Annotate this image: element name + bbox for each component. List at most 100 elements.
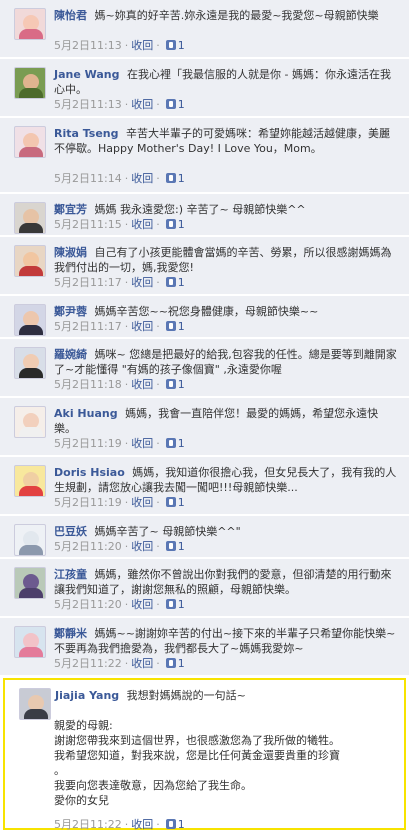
timestamp[interactable]: 5月2日11:18 [54,378,122,391]
timestamp[interactable]: 5月2日11:13 [54,39,122,52]
avatar-body [19,545,43,555]
comment-meta: 5月2日11:13 · 收回 · 1 [54,39,185,52]
like-count[interactable]: 1 [178,218,185,231]
like-count[interactable]: 1 [178,657,185,670]
retract-link[interactable]: 收回 [131,818,153,831]
thumbs-up-icon[interactable] [165,497,176,507]
comment-content: 媽媽辛苦了~ 母親節快樂^^" [94,525,241,538]
comment-text: 巴豆妖 媽媽辛苦了~ 母親節快樂^^" [54,524,399,539]
timestamp[interactable]: 5月2日11:20 [54,598,122,611]
commenter-name[interactable]: 陳怡君 [54,9,87,22]
commenter-name[interactable]: 鄭宜芳 [54,203,87,216]
like-count[interactable]: 1 [178,276,185,289]
timestamp[interactable]: 5月2日11:14 [54,172,122,185]
thumbs-up-icon[interactable] [165,40,176,50]
avatar[interactable] [14,67,46,99]
like-count[interactable]: 1 [178,540,185,553]
retract-link[interactable]: 收回 [131,276,153,289]
thumbs-up-icon[interactable] [165,173,176,183]
timestamp[interactable]: 5月2日11:22 [54,818,122,831]
avatar[interactable] [19,688,51,720]
commenter-name[interactable]: 巴豆妖 [54,525,87,538]
like-count[interactable]: 1 [178,818,185,831]
comment-item: 鄭尹蓉 媽媽辛苦您~~祝您身體健康，母親節快樂~~ 5月2日11:17 · 收回 · 1 [0,296,409,338]
comment-meta: 5月2日11:22 · 收回 · 1 [54,818,185,831]
commenter-name[interactable]: Aki Huang [54,407,118,420]
avatar[interactable] [14,8,46,40]
commenter-name[interactable]: Jiajia Yang [55,689,119,702]
thumbs-up-icon[interactable] [165,599,176,609]
retract-link[interactable]: 收回 [131,320,153,333]
commenter-name[interactable]: 鄭靜米 [54,627,87,640]
like-count[interactable]: 1 [178,320,185,333]
timestamp[interactable]: 5月2日11:22 [54,657,122,670]
like-count[interactable]: 1 [178,598,185,611]
thumbs-up-icon[interactable] [165,99,176,109]
retract-link[interactable]: 收回 [131,540,153,553]
like-count[interactable]: 1 [178,98,185,111]
thumbs-up-icon[interactable] [165,277,176,287]
avatar[interactable] [14,245,46,277]
like-count[interactable]: 1 [178,378,185,391]
commenter-name[interactable]: 羅婉綺 [54,348,87,361]
like-count[interactable]: 1 [178,437,185,450]
commenter-name[interactable]: Rita Tseng [54,127,119,140]
avatar-body [19,486,43,496]
like-count[interactable]: 1 [178,172,185,185]
comment-meta: 5月2日11:15 · 收回 · 1 [54,218,185,231]
retract-link[interactable]: 收回 [131,172,153,185]
avatar[interactable] [14,347,46,379]
timestamp[interactable]: 5月2日11:13 [54,98,122,111]
avatar[interactable] [14,202,46,234]
retract-link[interactable]: 收回 [131,98,153,111]
commenter-name[interactable]: 鄭尹蓉 [54,305,87,318]
thumbs-up-icon[interactable] [165,819,176,829]
commenter-name[interactable]: Jane Wang [54,68,120,81]
commenter-name[interactable]: Doris Hsiao [54,466,125,479]
like-count[interactable]: 1 [178,39,185,52]
thumbs-up-icon[interactable] [165,658,176,668]
retract-link[interactable]: 收回 [131,598,153,611]
comment-text: 鄭尹蓉 媽媽辛苦您~~祝您身體健康，母親節快樂~~ [54,304,399,319]
timestamp[interactable]: 5月2日11:15 [54,218,122,231]
avatar-body [19,427,43,437]
timestamp[interactable]: 5月2日11:17 [54,320,122,333]
retract-link[interactable]: 收回 [131,437,153,450]
avatar[interactable] [14,126,46,158]
thumbs-up-icon[interactable] [165,541,176,551]
retract-link[interactable]: 收回 [131,657,153,670]
thumbs-up-icon[interactable] [165,438,176,448]
highlighted-comment: Jiajia Yang 我想對媽媽說的一句話~ 親愛的母親: 謝謝您帶我來到這個… [3,678,406,831]
timestamp[interactable]: 5月2日11:17 [54,276,122,289]
avatar[interactable] [14,406,46,438]
avatar-body [19,223,43,233]
like-count[interactable]: 1 [178,496,185,509]
timestamp[interactable]: 5月2日11:19 [54,437,122,450]
avatar[interactable] [14,304,46,336]
comment-item: 江孩童 媽媽，雖然你不曾說出你對我們的愛意，但卻清楚的用行動來讓我們知道了，謝謝… [0,559,409,617]
retract-link[interactable]: 收回 [131,496,153,509]
comment-header: Jiajia Yang 我想對媽媽說的一句話~ [55,688,394,703]
thumbs-up-icon[interactable] [165,219,176,229]
thumbs-up-icon[interactable] [165,379,176,389]
comment-meta: 5月2日11:22 · 收回 · 1 [54,657,185,670]
retract-link[interactable]: 收回 [131,218,153,231]
avatar[interactable] [14,567,46,599]
comment-content: 媽媽辛苦您~~祝您身體健康，母親節快樂~~ [94,305,319,318]
comment-text: Rita Tseng 辛苦大半輩子的可愛媽咪：希望妳能越活越健康，美麗不停歇。H… [54,126,399,156]
timestamp[interactable]: 5月2日11:20 [54,540,122,553]
retract-link[interactable]: 收回 [131,378,153,391]
commenter-name[interactable]: 江孩童 [54,568,87,581]
avatar[interactable] [14,524,46,556]
comment-line: 親愛的母親: [54,719,113,732]
avatar[interactable] [14,465,46,497]
retract-link[interactable]: 收回 [131,39,153,52]
timestamp[interactable]: 5月2日11:19 [54,496,122,509]
comment-meta: 5月2日11:19 · 收回 · 1 [54,496,185,509]
commenter-name[interactable]: 陳淑娟 [54,246,87,259]
avatar-body [19,88,43,98]
comment-content: 媽~妳真的好辛苦.妳永遠是我的最愛~我愛您~母親節快樂 [94,9,379,22]
avatar[interactable] [14,626,46,658]
comment-title: 我想對媽媽說的一句話~ [126,689,246,702]
thumbs-up-icon[interactable] [165,321,176,331]
